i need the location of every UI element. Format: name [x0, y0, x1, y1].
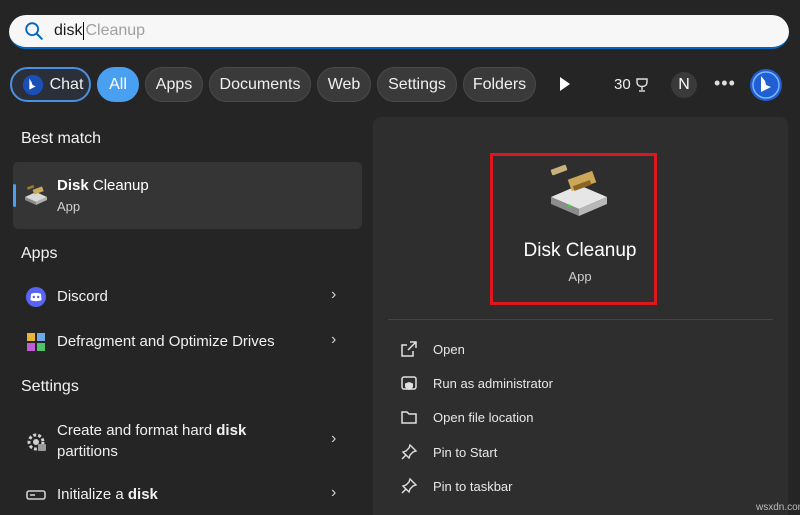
action-open-file-location[interactable]: Open file location: [400, 408, 533, 426]
filter-documents-tab[interactable]: Documents: [209, 67, 311, 102]
settings-gear-icon: [27, 433, 46, 451]
search-input[interactable]: disk: [54, 22, 82, 40]
search-suggestion: Cleanup: [85, 22, 146, 39]
action-run-as-admin[interactable]: Run as administrator: [400, 374, 553, 392]
rewards-points-value: 30: [614, 76, 631, 93]
discord-icon: [26, 287, 46, 307]
filter-settings-label: Settings: [388, 75, 446, 93]
pin-icon: [401, 443, 418, 460]
action-open[interactable]: Open: [400, 340, 465, 358]
search-box[interactable]: disk Cleanup: [9, 15, 789, 49]
panel-app-subtitle: App: [568, 269, 592, 284]
action-pin-to-taskbar-label: Pin to taskbar: [433, 478, 513, 494]
best-match-heading: Best match: [21, 130, 102, 147]
action-open-label: Open: [433, 341, 465, 357]
filter-folders-tab[interactable]: Folders: [463, 67, 536, 102]
rewards-points[interactable]: 30: [614, 76, 650, 93]
filter-web-tab[interactable]: Web: [317, 67, 371, 102]
apps-heading: Apps: [21, 245, 58, 262]
filter-apps-label: Apps: [155, 75, 193, 93]
shield-admin-icon: [401, 376, 417, 390]
folder-icon: [401, 411, 417, 424]
search-icon: [25, 22, 43, 40]
disk-cleanup-icon: [25, 185, 47, 205]
chevron-right-icon[interactable]: ›: [331, 331, 336, 349]
list-item-discord[interactable]: Discord ›: [13, 286, 362, 308]
filter-web-label: Web: [327, 75, 361, 93]
account-avatar[interactable]: N: [671, 72, 697, 98]
action-pin-to-taskbar[interactable]: Pin to taskbar: [400, 477, 513, 495]
filter-chat-button[interactable]: Chat: [10, 67, 91, 102]
filter-folders-label: Folders: [472, 75, 527, 93]
action-run-as-admin-label: Run as administrator: [433, 375, 553, 391]
chevron-right-icon[interactable]: ›: [331, 286, 336, 304]
best-match-title: Disk Cleanup: [57, 177, 149, 194]
list-item-label: Discord: [57, 288, 108, 305]
best-match-result[interactable]: Disk Cleanup App: [13, 162, 362, 229]
watermark-text: wsxdn.com: [756, 502, 800, 513]
trophy-icon: [635, 77, 648, 92]
filter-settings-tab[interactable]: Settings: [377, 67, 457, 102]
list-item-label: Defragment and Optimize Drives: [57, 333, 275, 350]
text-caret: [83, 22, 85, 40]
filter-documents-label: Documents: [219, 75, 301, 93]
list-item-defragment[interactable]: Defragment and Optimize Drives ›: [13, 331, 362, 353]
chevron-right-icon[interactable]: ›: [331, 430, 336, 448]
panel-app-title: Disk Cleanup: [523, 240, 637, 261]
bing-chat-button-icon[interactable]: [748, 67, 784, 103]
best-match-subtitle: App: [57, 199, 81, 214]
action-pin-to-start[interactable]: Pin to Start: [400, 443, 497, 461]
filter-all-tab[interactable]: All: [97, 67, 139, 102]
list-item-initialize-disk[interactable]: Initialize a disk ›: [13, 484, 362, 506]
selection-indicator: [13, 184, 16, 207]
panel-divider: [388, 319, 773, 320]
more-options-button[interactable]: •••: [714, 73, 736, 94]
drive-icon: [26, 490, 46, 500]
pin-icon: [401, 477, 418, 494]
filter-apps-tab[interactable]: Apps: [145, 67, 203, 102]
open-external-icon: [401, 341, 417, 357]
action-pin-to-start-label: Pin to Start: [433, 444, 498, 460]
filter-chat-label: Chat: [49, 75, 84, 93]
disk-cleanup-large-icon: [550, 164, 607, 216]
filter-all-label: All: [109, 75, 127, 93]
bing-icon: [22, 74, 43, 95]
play-more-filters-icon[interactable]: [558, 76, 572, 92]
settings-heading: Settings: [21, 378, 79, 395]
list-item-create-format-partitions[interactable]: Create and format hard disk partitions ›: [13, 420, 362, 464]
list-item-label: Create and format hard disk partitions: [57, 422, 247, 460]
list-item-label: Initialize a disk: [57, 486, 158, 503]
chevron-right-icon[interactable]: ›: [331, 484, 336, 502]
defragment-icon: [27, 333, 45, 351]
action-open-file-location-label: Open file location: [433, 409, 534, 425]
